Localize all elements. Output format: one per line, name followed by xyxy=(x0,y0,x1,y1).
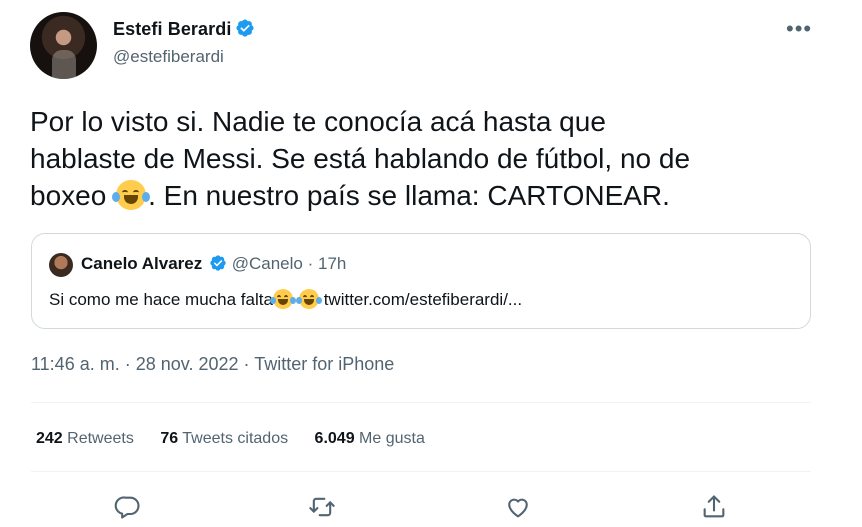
face-with-tears-of-joy-icon xyxy=(269,289,296,309)
retweets-stat[interactable]: 242 Retweets xyxy=(36,430,134,447)
face-with-tears-of-joy-icon xyxy=(295,289,322,309)
retweets-count: 242 xyxy=(36,430,63,447)
divider xyxy=(31,471,811,472)
verified-badge-icon xyxy=(235,18,255,43)
divider xyxy=(31,402,811,403)
retweets-label: Retweets xyxy=(67,430,134,447)
author-name[interactable]: Estefi Berardi xyxy=(113,18,255,43)
timestamp-separator: · xyxy=(124,354,131,374)
author-name-text[interactable]: Estefi Berardi xyxy=(113,19,231,39)
quoted-tweet-text: Si como me hace mucha falta twitter.com/… xyxy=(49,289,522,310)
quoted-author-name[interactable]: Canelo Alvarez xyxy=(81,254,202,273)
likes-label: Me gusta xyxy=(359,430,425,447)
quotes-label: Tweets citados xyxy=(182,430,289,447)
tweet-source[interactable]: Twitter for iPhone xyxy=(254,354,394,374)
likes-count: 6.049 xyxy=(314,430,355,447)
quotes-stat[interactable]: 76 Tweets citados xyxy=(160,430,288,447)
quoted-tweet-card[interactable] xyxy=(31,233,811,329)
quoted-time[interactable]: 17h xyxy=(318,254,346,273)
tweet-text-part2: . En nuestro país se llama: CARTONEAR. xyxy=(148,180,670,211)
tweet-date[interactable]: 28 nov. 2022 xyxy=(136,354,239,374)
quoted-text: Si como me hace mucha falta xyxy=(49,290,273,309)
timestamp-separator: · xyxy=(243,354,250,374)
author-avatar[interactable] xyxy=(30,12,97,79)
quoted-tweet-header: Canelo Alvarez @Canelo · 17h xyxy=(81,254,346,277)
quoted-link[interactable]: twitter.com/estefiberardi/... xyxy=(324,290,522,309)
verified-badge-icon xyxy=(209,254,227,277)
face-with-tears-of-joy-icon xyxy=(112,180,151,210)
like-icon[interactable] xyxy=(504,493,532,521)
reply-icon[interactable] xyxy=(114,493,142,521)
share-icon[interactable] xyxy=(700,493,728,521)
tweet-text: Por lo visto si. Nadie te conocía acá ha… xyxy=(30,103,820,214)
likes-stat[interactable]: 6.049 Me gusta xyxy=(315,430,425,447)
author-handle[interactable]: @estefiberardi xyxy=(113,47,224,67)
quoted-author-avatar[interactable] xyxy=(49,253,73,277)
tweet-time[interactable]: 11:46 a. m. xyxy=(31,354,120,374)
quoted-author-handle: @Canelo xyxy=(231,254,303,273)
tweet-stats: 242 Retweets 76 Tweets citados 6.049 Me … xyxy=(36,430,447,448)
retweet-icon[interactable] xyxy=(308,493,336,521)
quoted-separator: · xyxy=(307,254,314,273)
tweet-timestamp: 11:46 a. m. · 28 nov. 2022 · Twitter for… xyxy=(31,354,394,375)
more-options-icon[interactable]: ••• xyxy=(786,16,812,42)
quotes-count: 76 xyxy=(160,430,179,447)
